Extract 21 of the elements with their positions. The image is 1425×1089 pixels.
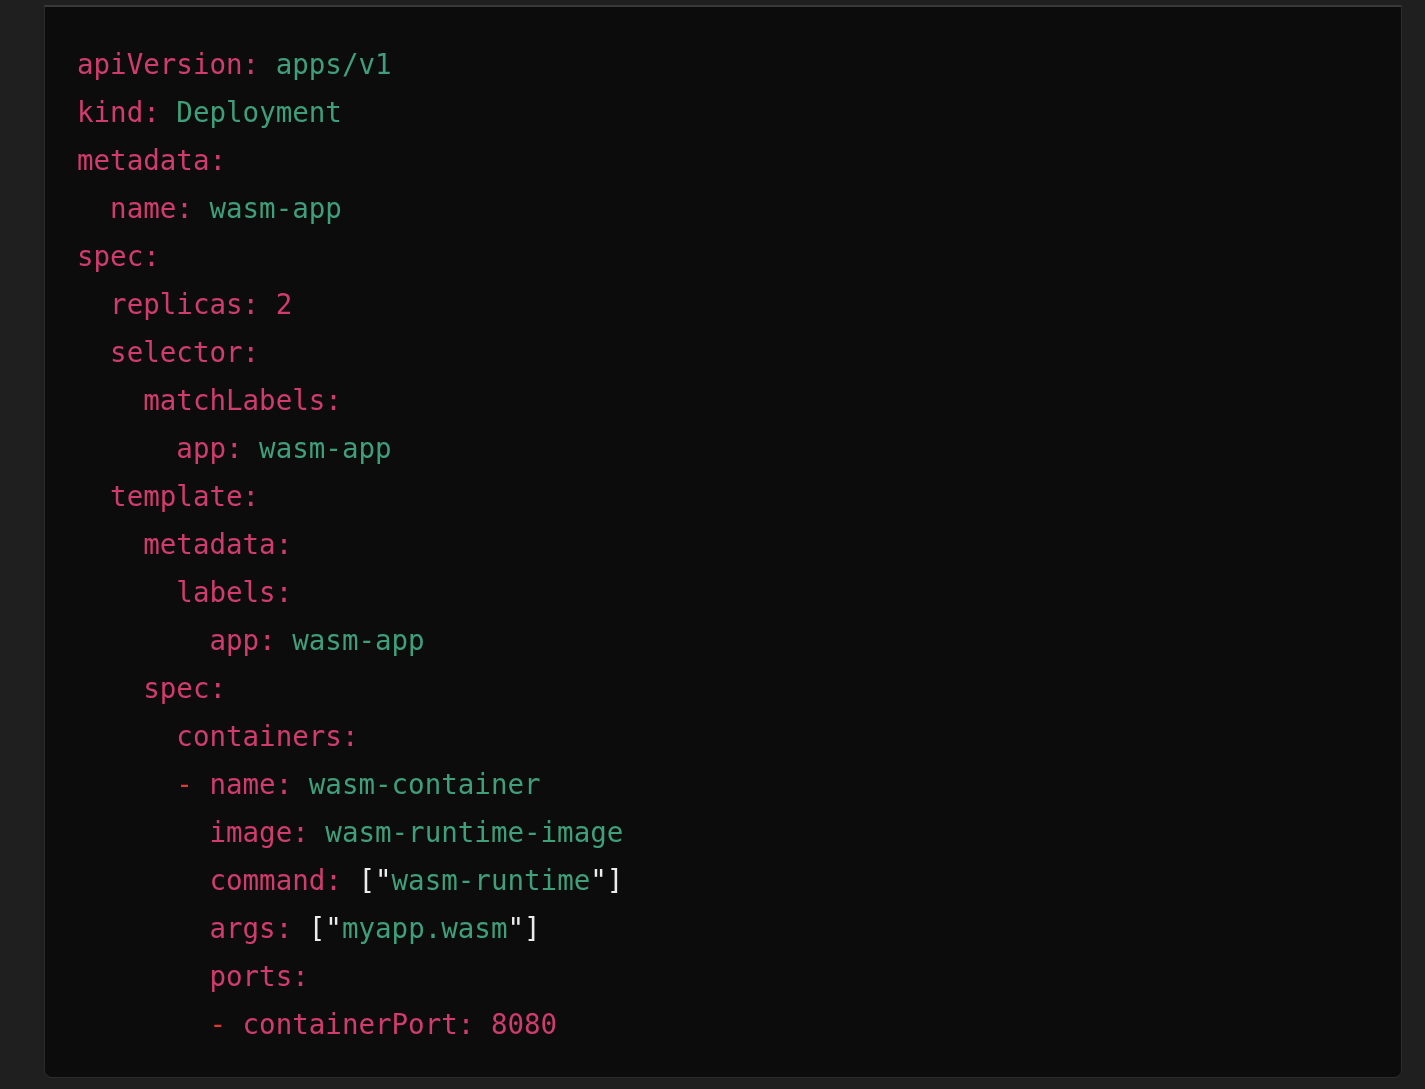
code-line: matchLabels: (142, 383, 342, 418)
code-line: - name: wasm-container (175, 767, 541, 802)
code-line: labels: (175, 575, 293, 610)
code-line: name: wasm-app (109, 191, 342, 226)
code-line: kind: Deployment (77, 95, 342, 130)
code-line: containers: (175, 719, 359, 754)
code-line: command: ["wasm-runtime"] (208, 863, 624, 898)
code-line: - containerPort: 8080 (208, 1007, 558, 1042)
code-line: app: wasm-app (175, 431, 392, 466)
code-line: args: ["myapp.wasm"] (208, 911, 541, 946)
code-line: app: wasm-app (208, 623, 425, 658)
code-line: template: (109, 479, 260, 514)
code-line: replicas: 2 (109, 287, 293, 322)
code-line: apiVersion: apps/v1 (77, 47, 392, 82)
code-line: image: wasm-runtime-image (208, 815, 624, 850)
code-line: spec: (142, 671, 226, 706)
code-line: metadata: (142, 527, 293, 562)
code-line: ports: (208, 959, 309, 994)
code-line: spec: (77, 239, 160, 274)
code-line: metadata: (77, 143, 226, 178)
code-line: selector: (109, 335, 260, 370)
